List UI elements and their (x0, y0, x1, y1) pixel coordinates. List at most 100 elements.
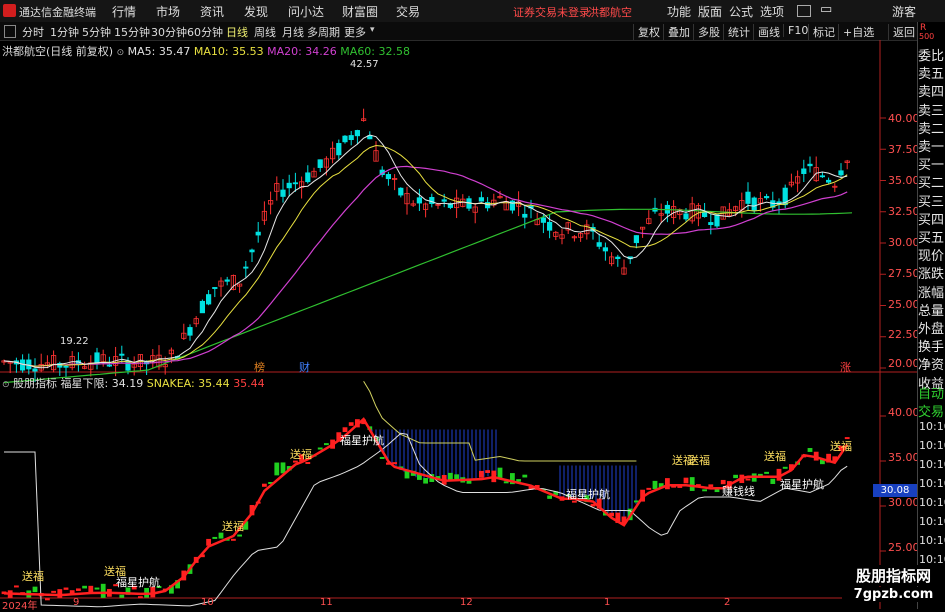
period-30min[interactable]: 30分钟 (151, 24, 187, 40)
menu-jiaoyi[interactable]: 交易 (396, 3, 420, 20)
guest-label[interactable]: 游客 (892, 3, 916, 20)
sub-bar (423, 478, 428, 484)
marker-cai[interactable]: 财 (299, 359, 310, 375)
candle-body (633, 235, 640, 244)
sub-axis-label: 25.00 (888, 541, 920, 554)
tool-diejia[interactable]: 叠加 (663, 24, 690, 40)
quote-row-label: 涨幅 (917, 285, 944, 301)
menu-shichang[interactable]: 市场 (156, 3, 180, 20)
candle-body (478, 197, 485, 202)
price-axis-label: 37.50 (888, 143, 920, 156)
month-label: 11 (320, 597, 333, 608)
period-multi[interactable]: 多周期 (307, 24, 340, 40)
candle-body (63, 365, 69, 368)
price-axis-label: 35.00 (888, 174, 920, 187)
login-notice[interactable]: 证券交易未登录 (513, 4, 590, 20)
menu-gongshi[interactable]: 公式 (729, 3, 753, 20)
period-1min[interactable]: 1分钟 (50, 24, 79, 40)
candle-body (286, 182, 292, 189)
window-toggle-icon[interactable] (797, 5, 811, 17)
chart-canvas[interactable]: 送福 送福福星护航送福送福福星护航福星护航送福送福 送福赚钱线福星护航送福 (0, 40, 917, 609)
sub-bar (231, 538, 236, 541)
sub-bar (547, 495, 552, 499)
menu-gongneng[interactable]: 功能 (667, 3, 691, 20)
sub-legend: ⊙ 股朋指标 福星下限: 34.19 SNAKEA: 35.44 35.44 (2, 375, 265, 391)
quote-row-label: 买一 (917, 158, 944, 174)
marker-zhang[interactable]: 涨 (840, 359, 851, 375)
quote-row-label: 涨跌 (917, 267, 944, 283)
menu-xuanxiang[interactable]: 选项 (760, 3, 784, 20)
sub-bar (324, 443, 329, 446)
candle-body (32, 368, 38, 372)
tool-tongji[interactable]: 统计 (723, 24, 750, 40)
circle-down-icon[interactable]: ⊙ (117, 48, 125, 58)
menu-zixun[interactable]: 资讯 (200, 3, 224, 20)
period-5min[interactable]: 5分钟 (82, 24, 111, 40)
candle-body (615, 256, 621, 260)
signal-label: 送福 (22, 569, 44, 583)
tool-biaoji[interactable]: 标记 (808, 24, 835, 40)
sub-bar (317, 447, 323, 450)
sub-bar (683, 477, 689, 484)
trade-time-label: 10:10 (919, 458, 945, 471)
period-60min[interactable]: 60分钟 (187, 24, 223, 40)
tool-f10[interactable]: F10 (783, 24, 808, 37)
candle-body (596, 242, 602, 247)
candle-body (745, 191, 751, 204)
tool-fanhui[interactable]: 返回 (888, 24, 915, 40)
tool-zixuan[interactable]: +自选 (838, 24, 874, 40)
period-bar: 分时 1分钟 5分钟 15分钟 30分钟 60分钟 日线 周线 月线 多周期 更… (0, 22, 945, 41)
sub-bar (720, 479, 726, 485)
menu-caifuquan[interactable]: 财富圈 (342, 3, 378, 20)
quote-row-label: 卖一 (917, 140, 944, 155)
candle-body (764, 196, 770, 199)
watermark-title: 股朋指标网 (842, 565, 945, 586)
sub-bar (88, 585, 94, 593)
candle-body (801, 168, 807, 174)
badge-num: 500 (919, 32, 935, 41)
minimize-icon[interactable]: ▭ (820, 2, 832, 17)
candle-body (547, 221, 553, 231)
signal-label: 福星护航 (116, 575, 160, 589)
tool-huaxian[interactable]: 画线 (753, 24, 780, 40)
sub-bar (63, 587, 69, 590)
sub-bar (764, 471, 769, 474)
main-chart-title: 洪都航空(日线 前复权) (2, 45, 114, 58)
price-axis-label: 22.50 (888, 328, 920, 341)
ma20-line (3, 165, 848, 367)
trade-time-label: 10:10 (919, 477, 945, 490)
watermark-url: 7gpzb.com (842, 587, 945, 602)
sub-bar (51, 590, 56, 593)
side-auto[interactable]: 自动 (917, 383, 945, 402)
sub-bar (479, 470, 484, 478)
period-fenshi[interactable]: 分时 (22, 24, 44, 40)
period-weekly[interactable]: 周线 (254, 24, 276, 40)
menu-faxian[interactable]: 发现 (244, 3, 268, 20)
panel-toggle-icon[interactable] (4, 25, 16, 38)
sub-axis-label: 30.00 (888, 496, 920, 509)
circle-down-icon[interactable]: ⊙ (2, 380, 10, 390)
menu-hangqing[interactable]: 行情 (112, 3, 136, 20)
low-price-label: 19.22 (60, 336, 89, 347)
menu-banmian[interactable]: 版面 (698, 3, 722, 20)
period-more[interactable]: 更多 (344, 24, 366, 40)
period-daily[interactable]: 日线 (226, 24, 248, 40)
trade-time-label: 10:10 (919, 420, 945, 433)
app-name: 通达信金融终端 (19, 6, 96, 19)
signal-label: 福星护航 (566, 487, 610, 501)
month-label: 9 (73, 597, 80, 608)
period-15min[interactable]: 15分钟 (114, 24, 150, 40)
tool-fuquan[interactable]: 复权 (633, 24, 660, 40)
marker-bang[interactable]: 榜 (254, 359, 265, 375)
quote-row-label: 委比 (917, 49, 944, 64)
chevron-down-icon[interactable]: ▾ (370, 25, 375, 35)
sub-bar (82, 585, 87, 589)
menu-wenxiaoda[interactable]: 问小达 (288, 3, 324, 20)
period-monthly[interactable]: 月线 (282, 24, 304, 40)
tool-duogu[interactable]: 多股 (693, 24, 720, 40)
trade-time-label: 10:10 (919, 439, 945, 452)
sub-bar (844, 437, 850, 440)
high-price-label: 42.57 (350, 59, 379, 70)
sub-bar (280, 462, 286, 474)
side-trade[interactable]: 交易 (917, 401, 945, 420)
